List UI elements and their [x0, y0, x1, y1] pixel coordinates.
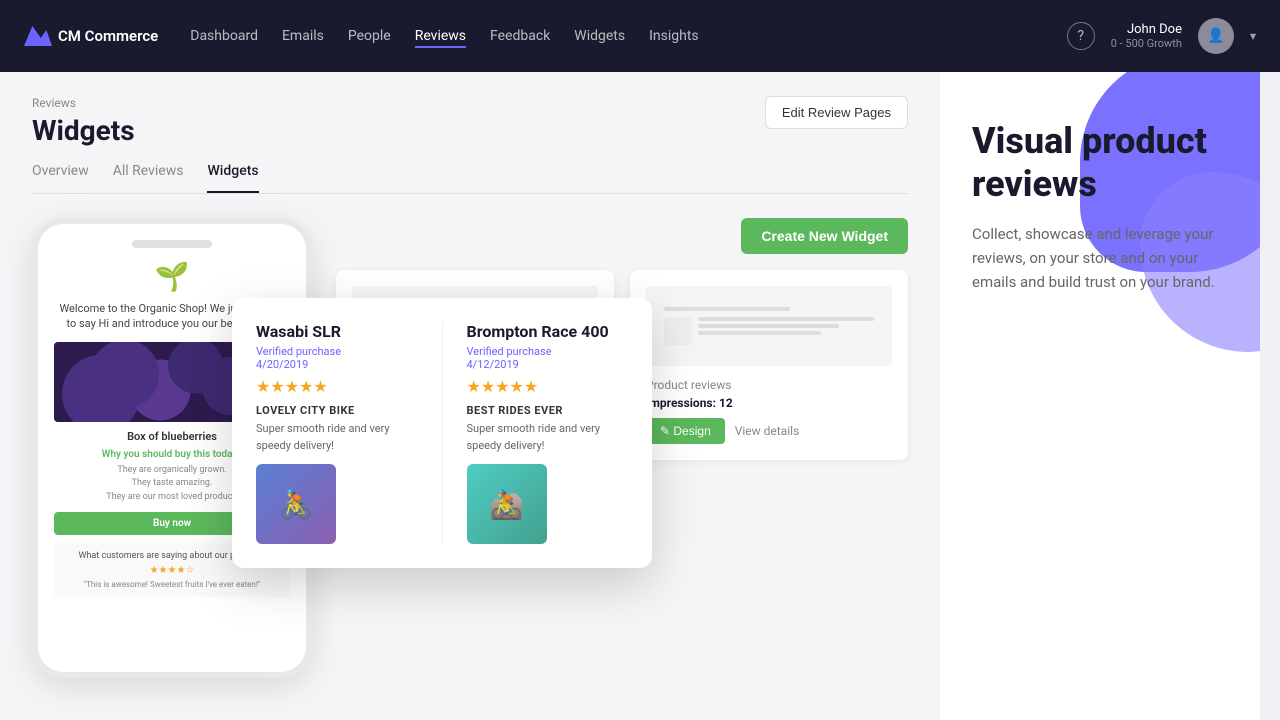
tab-overview[interactable]: Overview	[32, 163, 89, 193]
logo-icon	[24, 26, 52, 46]
logo-text: CM Commerce	[58, 27, 158, 45]
navbar: CM Commerce Dashboard Emails People Revi…	[0, 0, 1280, 72]
create-new-widget-button[interactable]: Create New Widget	[741, 218, 908, 254]
review-title-2: BEST RIDES EVER	[467, 404, 629, 417]
get-more-link-2[interactable]: View details	[735, 424, 800, 438]
bike-icon-2: 🚵	[467, 464, 547, 544]
design-button-2[interactable]: ✎ Design	[646, 418, 725, 444]
user-info: John Doe 0 - 500 Growth	[1111, 22, 1182, 50]
nav-emails[interactable]: Emails	[282, 24, 324, 48]
overlay-review-card: Wasabi SLR Verified purchase 4/20/2019 ★…	[232, 298, 652, 568]
user-plan: 0 - 500 Growth	[1111, 37, 1182, 50]
review-product-name-2: Brompton Race 400	[467, 322, 629, 341]
widget-impressions-label-2: Impressions:	[646, 396, 716, 410]
marketing-title: Visual product reviews	[972, 120, 1228, 206]
chevron-down-icon[interactable]: ▾	[1250, 29, 1256, 43]
review-body-1: Super smooth ride and very speedy delive…	[256, 421, 418, 454]
nav-feedback[interactable]: Feedback	[490, 24, 550, 48]
bike-emoji-1: 🚴	[279, 488, 314, 521]
phone-notch	[132, 240, 212, 248]
nav-dashboard[interactable]: Dashboard	[190, 24, 258, 48]
nav-links: Dashboard Emails People Reviews Feedback…	[190, 24, 1066, 48]
tab-all-reviews[interactable]: All Reviews	[113, 163, 184, 193]
logo[interactable]: CM Commerce	[24, 26, 158, 46]
verified-tag-1: Verified purchase	[256, 345, 418, 358]
user-name: John Doe	[1111, 22, 1182, 37]
nav-people[interactable]: People	[348, 24, 391, 48]
review-date-1: 4/20/2019	[256, 358, 418, 371]
shop-logo: 🌱	[54, 260, 290, 293]
help-button[interactable]: ?	[1067, 22, 1095, 50]
main-content: Reviews Widgets Edit Review Pages Overvi…	[0, 72, 940, 720]
tabs: Overview All Reviews Widgets	[32, 163, 908, 194]
review-product-name-1: Wasabi SLR	[256, 322, 418, 341]
edit-review-pages-button[interactable]: Edit Review Pages	[765, 96, 908, 129]
review-item-2: Brompton Race 400 Verified purchase 4/12…	[467, 322, 629, 544]
nav-reviews[interactable]: Reviews	[415, 24, 466, 48]
review-divider	[442, 322, 443, 544]
bike-icon-1: 🚴	[256, 464, 336, 544]
widget-card-2-label: Product reviews	[646, 378, 892, 392]
nav-insights[interactable]: Insights	[649, 24, 699, 48]
avatar[interactable]: 👤	[1198, 18, 1234, 54]
verified-tag-2: Verified purchase	[467, 345, 629, 358]
widget-impressions-value-2: 12	[719, 396, 733, 410]
review-item-1: Wasabi SLR Verified purchase 4/20/2019 ★…	[256, 322, 418, 544]
nav-right: ? John Doe 0 - 500 Growth 👤 ▾	[1067, 18, 1256, 54]
review-date-2: 4/12/2019	[467, 358, 629, 371]
phone-review-quote: "This is awesome! Sweetest fruits I've e…	[62, 580, 282, 589]
review-title-1: LOVELY CITY BIKE	[256, 404, 418, 417]
marketing-panel: Visual product reviews Collect, showcase…	[940, 72, 1260, 720]
stars-2: ★★★★★	[467, 377, 629, 396]
review-image-1: 🚴	[256, 464, 336, 544]
review-body-2: Super smooth ride and very speedy delive…	[467, 421, 629, 454]
widget-card-2-impressions: Impressions: 12	[646, 396, 892, 410]
tab-widgets[interactable]: Widgets	[207, 163, 258, 193]
widget-preview-product	[646, 286, 892, 366]
bike-emoji-2: 🚵	[489, 488, 524, 521]
marketing-description: Collect, showcase and leverage your revi…	[972, 222, 1228, 294]
review-image-2: 🚵	[467, 464, 547, 544]
widget-card-product: Product reviews Impressions: 12 ✎ Design…	[630, 270, 908, 460]
stars-1: ★★★★★	[256, 377, 418, 396]
nav-widgets[interactable]: Widgets	[574, 24, 625, 48]
content-area: 🌱 Welcome to the Organic Shop! We just w…	[32, 218, 908, 678]
shop-icon: 🌱	[155, 260, 190, 293]
main-wrapper: Reviews Widgets Edit Review Pages Overvi…	[0, 72, 1280, 720]
